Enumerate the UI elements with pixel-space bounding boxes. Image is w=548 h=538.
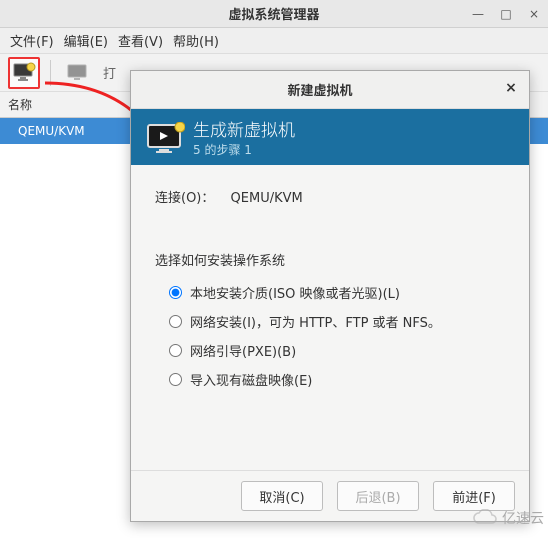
new-vm-dialog: 新建虚拟机 × 生成新虚拟机 5 的步骤 1 连接(O)： QEMU/KVM 选… <box>130 70 530 522</box>
radio-pxe[interactable] <box>169 344 182 357</box>
new-vm-button[interactable] <box>8 57 40 89</box>
back-button: 后退(B) <box>337 481 419 511</box>
monitor-new-icon <box>12 62 36 84</box>
dialog-footer: 取消(C) 后退(B) 前进(F) <box>131 470 529 521</box>
menu-help[interactable]: 帮助(H) <box>173 31 219 50</box>
maximize-button[interactable]: □ <box>496 4 516 24</box>
connection-value: QEMU/KVM <box>231 191 303 206</box>
menubar: 文件(F) 编辑(E) 查看(V) 帮助(H) <box>0 28 548 54</box>
dialog-header: 生成新虚拟机 5 的步骤 1 <box>131 109 529 165</box>
dialog-body: 连接(O)： QEMU/KVM 选择如何安装操作系统 本地安装介质(ISO 映像… <box>131 165 529 470</box>
dialog-header-step: 5 的步骤 1 <box>193 141 295 158</box>
forward-button[interactable]: 前进(F) <box>433 481 515 511</box>
install-method-label: 选择如何安装操作系统 <box>155 250 505 269</box>
install-method-radios: 本地安装介质(ISO 映像或者光驱)(L) 网络安装(I)，可为 HTTP、FT… <box>155 283 505 389</box>
radio-local-media[interactable] <box>169 286 182 299</box>
minimize-button[interactable]: — <box>468 4 488 24</box>
monitor-play-icon <box>145 122 181 152</box>
radio-local-media-label[interactable]: 本地安装介质(ISO 映像或者光驱)(L) <box>190 283 400 302</box>
dialog-close-button[interactable]: × <box>501 80 521 100</box>
watermark-text: 亿速云 <box>502 508 544 528</box>
radio-pxe-label[interactable]: 网络引导(PXE)(B) <box>190 341 296 360</box>
open-button[interactable] <box>61 57 93 89</box>
cloud-icon <box>472 509 498 527</box>
cancel-button[interactable]: 取消(C) <box>241 481 323 511</box>
main-titlebar: 虚拟系统管理器 — □ × <box>0 0 548 28</box>
radio-network-install-label[interactable]: 网络安装(I)，可为 HTTP、FTP 或者 NFS。 <box>190 312 441 331</box>
menu-view[interactable]: 查看(V) <box>118 31 163 50</box>
toolbar-divider <box>50 60 51 86</box>
dialog-titlebar: 新建虚拟机 × <box>131 71 529 109</box>
radio-import-disk-label[interactable]: 导入现有磁盘映像(E) <box>190 370 312 389</box>
watermark: 亿速云 <box>472 508 544 528</box>
open-label: 打 <box>103 63 116 82</box>
monitor-icon <box>66 63 88 83</box>
window-controls: — □ × <box>468 4 544 24</box>
connection-label: 连接(O)： <box>155 187 214 206</box>
dialog-header-title: 生成新虚拟机 <box>193 116 295 141</box>
close-button[interactable]: × <box>524 4 544 24</box>
main-title: 虚拟系统管理器 <box>0 4 548 23</box>
menu-edit[interactable]: 编辑(E) <box>64 31 108 50</box>
menu-file[interactable]: 文件(F) <box>10 31 54 50</box>
dialog-title: 新建虚拟机 <box>139 80 501 99</box>
radio-import-disk[interactable] <box>169 373 182 386</box>
radio-network-install[interactable] <box>169 315 182 328</box>
